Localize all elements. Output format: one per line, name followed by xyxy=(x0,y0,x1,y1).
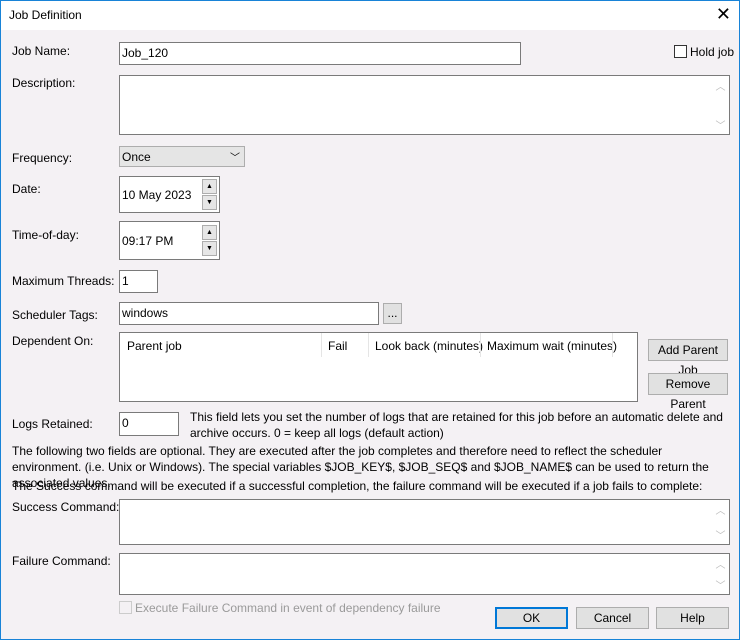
frequency-select[interactable]: Once ﹀ xyxy=(119,146,245,167)
time-label: Time-of-day: xyxy=(12,228,79,242)
spin-down-icon[interactable]: ▼ xyxy=(202,241,217,256)
job-name-label: Job Name: xyxy=(12,44,71,58)
success-command-textarea[interactable]: ︿ ﹀ xyxy=(119,499,730,545)
exec-failure-checkbox[interactable] xyxy=(119,601,132,614)
browse-tags-button[interactable]: ... xyxy=(383,303,402,324)
scrollbar[interactable]: ︿ ﹀ xyxy=(712,500,729,544)
commands-info: The Success command will be executed if … xyxy=(12,479,703,493)
hold-job-checkbox[interactable] xyxy=(674,45,687,58)
column-parent-job[interactable]: Parent job xyxy=(127,339,182,353)
job-definition-dialog: Job Definition ✕ Job Name: Job_120 Hold … xyxy=(0,0,740,640)
help-button[interactable]: Help xyxy=(656,607,729,629)
spin-up-icon[interactable]: ▲ xyxy=(202,179,217,194)
title-bar: Job Definition ✕ xyxy=(1,1,739,30)
max-threads-label: Maximum Threads: xyxy=(12,274,115,288)
max-threads-input[interactable]: 1 xyxy=(119,270,158,293)
job-name-input[interactable]: Job_120 xyxy=(119,42,521,65)
date-label: Date: xyxy=(12,182,41,196)
cancel-button[interactable]: Cancel xyxy=(576,607,649,629)
scrollbar[interactable]: ︿ ﹀ xyxy=(712,554,729,594)
failure-command-label: Failure Command: xyxy=(12,554,111,568)
date-picker[interactable]: 10 May 2023 ▲ ▼ xyxy=(119,176,220,213)
logs-retained-label: Logs Retained: xyxy=(12,417,93,431)
spin-up-icon[interactable]: ▲ xyxy=(202,225,217,240)
logs-retained-input[interactable]: 0 xyxy=(119,412,179,436)
frequency-value: Once xyxy=(122,150,151,164)
description-label: Description: xyxy=(12,76,76,90)
time-picker[interactable]: 09:17 PM ▲ ▼ xyxy=(119,221,220,260)
ok-button[interactable]: OK xyxy=(495,607,568,629)
description-textarea[interactable]: ︿ ﹀ xyxy=(119,75,730,135)
hold-job-label: Hold job xyxy=(690,45,735,59)
failure-command-textarea[interactable]: ︿ ﹀ xyxy=(119,553,730,595)
scheduler-tags-input[interactable]: windows xyxy=(119,302,379,325)
add-parent-job-button[interactable]: Add Parent Job xyxy=(648,339,728,377)
logs-help-text: This field lets you set the number of lo… xyxy=(190,410,723,440)
time-value: 09:17 PM xyxy=(122,234,174,248)
scrollbar[interactable]: ︿ ﹀ xyxy=(712,76,729,134)
dependency-list[interactable]: Parent job Fail Look back (minutes) Maxi… xyxy=(119,332,638,402)
dependent-on-label: Dependent On: xyxy=(12,334,94,348)
spin-down-icon[interactable]: ▼ xyxy=(202,195,217,210)
close-icon[interactable]: ✕ xyxy=(716,4,731,24)
scheduler-tags-label: Scheduler Tags: xyxy=(12,308,98,322)
date-value: 10 May 2023 xyxy=(122,188,192,202)
exec-failure-label: Execute Failure Command in event of depe… xyxy=(135,601,441,615)
remove-parent-button[interactable]: Remove Parent xyxy=(648,373,728,411)
column-look-back[interactable]: Look back (minutes) xyxy=(375,339,483,353)
success-command-label: Success Command: xyxy=(12,500,120,514)
frequency-label: Frequency: xyxy=(12,151,73,165)
column-max-wait[interactable]: Maximum wait (minutes) xyxy=(487,339,617,353)
column-fail[interactable]: Fail xyxy=(328,339,347,353)
chevron-down-icon: ﹀ xyxy=(230,153,240,164)
dialog-title: Job Definition xyxy=(9,8,82,22)
